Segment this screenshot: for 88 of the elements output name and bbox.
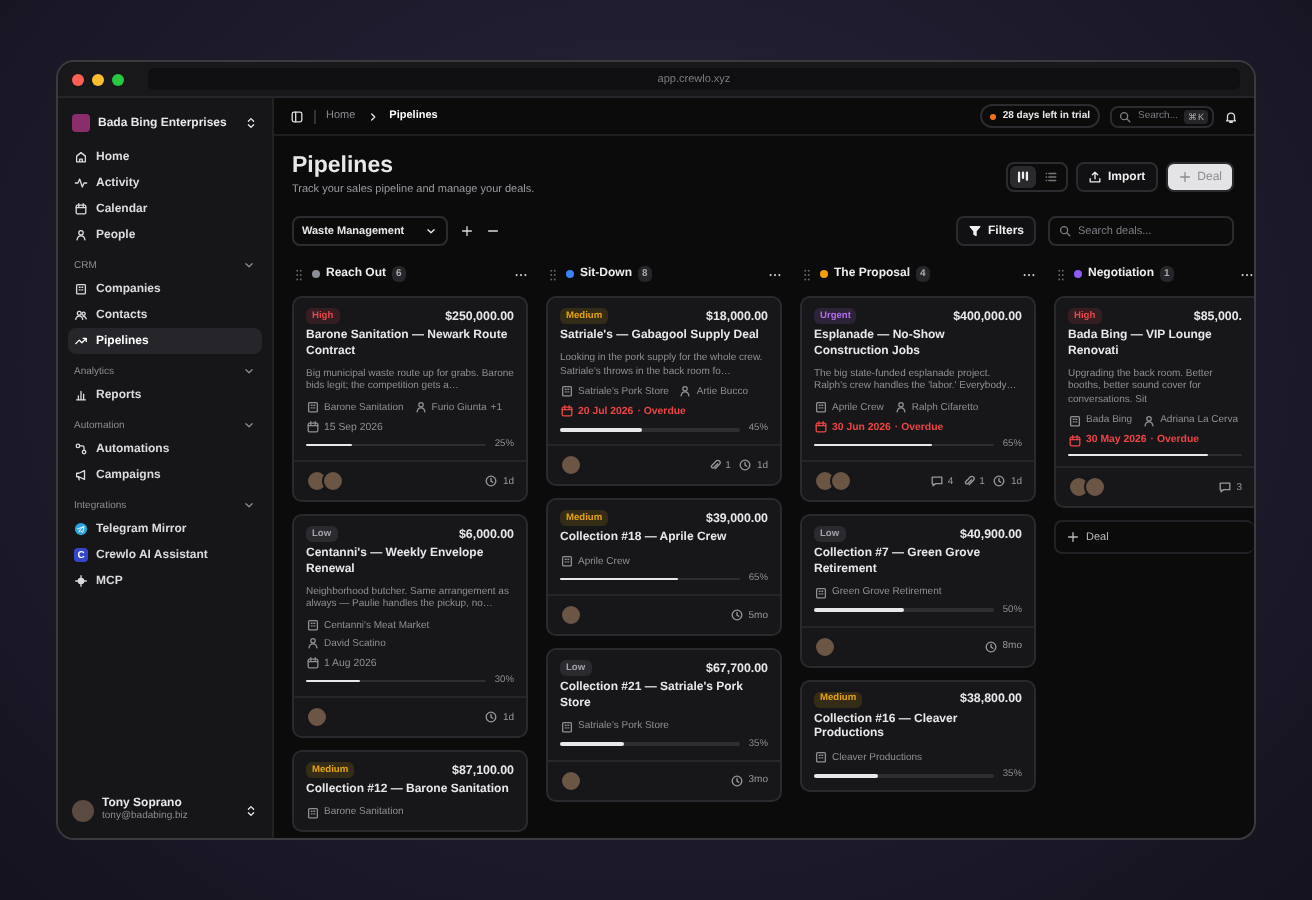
person-icon [678,384,693,399]
avatar-photo-placeholder [322,470,344,493]
megaphone-icon [74,468,88,482]
avatar-photo-placeholder [814,635,836,658]
chevron-down-icon [424,224,438,238]
building-icon [74,282,88,296]
avatar-photo-placeholder [560,454,582,477]
building-icon [814,750,828,765]
calendar-icon [560,404,574,419]
add-pipeline-button[interactable] [460,224,474,238]
calendar-icon [814,420,828,435]
avatar-photo-placeholder [560,604,582,627]
search-icon [1058,224,1072,238]
building-icon [306,618,320,633]
building-icon [1068,413,1082,428]
avatar-photo-placeholder [560,769,582,792]
trend-line-icon [74,334,88,348]
window-close-button[interactable] [72,73,84,85]
building-icon [560,384,574,399]
clock-icon [730,773,745,788]
nodes-icon [74,442,88,456]
clock-icon [484,474,499,489]
page-title: Pipelines [292,154,395,178]
workspace-logo-placeholder [72,114,90,132]
paperclip-icon [707,458,722,473]
up-down-chevron-icon [244,803,258,817]
drag-handle-icon [546,267,560,281]
person-icon [893,400,908,415]
drag-handle-icon [1054,267,1068,281]
paperclip-icon [961,474,976,489]
remove-pipeline-button[interactable] [486,224,500,238]
calendar-icon [1068,433,1082,448]
drag-handle-icon [800,267,814,281]
calendar-icon [306,420,320,435]
chevron-right-icon [365,109,380,123]
sidebar-toggle-icon [290,109,304,123]
person-icon [306,636,320,651]
comment-icon [1218,480,1233,495]
board-icon [1015,170,1030,184]
deal-card[interactable] [546,296,782,487]
search-icon [1118,109,1132,123]
calendar-icon [74,202,88,216]
upload-icon [1087,170,1102,184]
building-icon [560,554,574,569]
building-icon [306,400,320,415]
plug-icon [74,574,88,588]
avatar-photo-placeholder [830,470,852,493]
avatar-photo-placeholder [1084,476,1106,499]
clock-icon [984,639,999,654]
bell-icon [1224,109,1238,123]
people-icon [74,308,88,322]
plus-icon [460,224,474,238]
list-icon [1043,170,1058,184]
clock-icon [484,710,499,725]
drag-handle-icon [292,267,306,281]
window-minimize-button[interactable] [92,73,104,85]
status-dot-icon [990,113,997,119]
paper-plane-icon [74,522,88,536]
building-icon [306,805,320,820]
board-view-button[interactable] [1009,166,1036,188]
building-icon [560,719,574,734]
person-icon [413,400,428,415]
avatar-photo-placeholder [1068,476,1090,499]
avatar-photo-placeholder [72,799,94,821]
pulse-line-icon [74,176,88,190]
building-icon [814,400,828,415]
minus-icon [486,224,500,238]
clock-icon [992,474,1007,489]
window-zoom-button[interactable] [112,73,124,85]
avatar-photo-placeholder [814,470,836,493]
filter-icon [967,224,982,238]
deal-card[interactable] [800,296,1036,503]
avatar-photo-placeholder [306,470,328,493]
avatar-photo-placeholder [306,706,328,729]
plus-icon [1177,170,1192,184]
clock-icon [738,458,753,473]
notifications-button[interactable] [1224,109,1238,123]
building-icon [814,585,828,600]
home-icon [74,150,88,164]
person-icon [1142,413,1157,428]
bar-chart-icon [74,388,88,402]
plus-icon [1066,530,1080,545]
clock-icon [730,608,745,623]
up-down-chevron-icon [244,116,258,130]
sidebar-toggle-button[interactable] [290,109,304,123]
calendar-icon [306,656,320,671]
comment-icon [929,474,944,489]
person-icon [74,228,88,242]
